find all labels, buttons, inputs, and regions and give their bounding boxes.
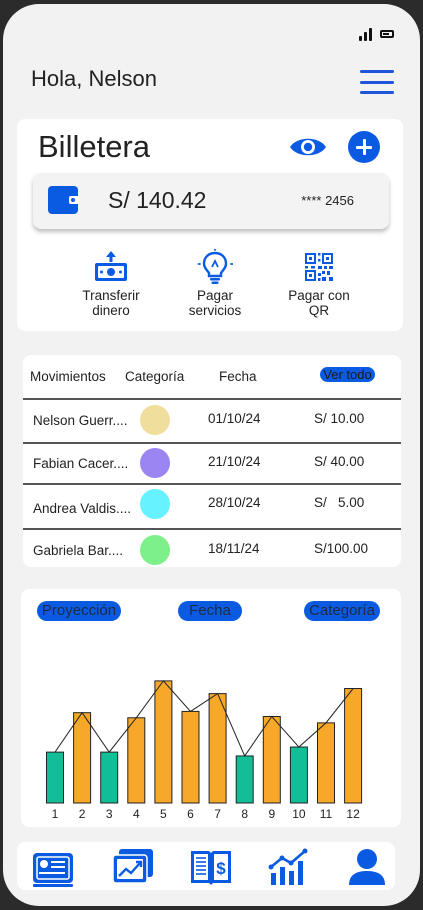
x-tick-label: 9	[268, 807, 275, 819]
chart-bar	[208, 693, 227, 804]
table-row[interactable]: Andrea Valdis.... 28/10/24 S/ 5.00	[23, 484, 401, 524]
status-bar	[359, 28, 394, 41]
chart-bar	[262, 716, 281, 804]
table-row[interactable]: Nelson Guerr.... 01/10/24 S/ 10.00	[23, 400, 401, 440]
movements-card: Movimientos Categoría Fecha Ver todo Nel…	[23, 355, 401, 567]
x-tick-label: 10	[292, 807, 306, 819]
x-tick-label: 12	[346, 807, 360, 819]
balance-amount: S/ 140.42	[108, 187, 207, 213]
transfer-money-icon	[95, 251, 127, 281]
x-tick-label: 8	[241, 807, 248, 819]
pay-qr-button[interactable]: Pagar con QR	[264, 249, 374, 318]
chart-bar	[181, 710, 200, 804]
chart-bar	[317, 722, 335, 804]
row-name: Andrea Valdis....	[33, 501, 132, 516]
view-all-button[interactable]: Ver todo	[320, 367, 375, 382]
category-dot	[140, 489, 170, 519]
dashboard-card-icon[interactable]	[31, 847, 75, 887]
chart-bar	[127, 717, 146, 804]
row-name: Nelson Guerr....	[33, 413, 128, 428]
transfer-money-button[interactable]: Transferir dinero	[56, 249, 166, 318]
chart-bar	[154, 680, 173, 804]
row-date: 28/10/24	[208, 495, 261, 510]
pay-services-label-line2: servicios	[188, 303, 242, 318]
pay-qr-label-line1: Pagar con	[288, 288, 350, 303]
chart-card: Proyección Fecha Categoría 1 2 3 4 5 6 7 8 9 10 11…	[21, 589, 401, 827]
lightbulb-icon	[197, 249, 233, 284]
transfer-label-line2: dinero	[92, 303, 130, 318]
x-tick-label: 6	[187, 807, 194, 819]
row-amount: S/100.00	[314, 541, 369, 556]
x-tick-label: 11	[320, 807, 333, 819]
row-amount: S/ 10.00	[314, 411, 365, 426]
phone-screen: Hola, Nelson Billetera S/ 140.42 **** 24…	[3, 4, 420, 906]
x-tick-label: 7	[214, 807, 221, 819]
x-tick-label: 1	[52, 807, 59, 819]
card-number: **** 2456	[301, 193, 354, 208]
row-date: 21/10/24	[208, 454, 261, 469]
table-row[interactable]: Gabriela Bar.... 18/11/24 S/100.00	[23, 530, 401, 570]
pay-qr-label-line2: QR	[308, 303, 330, 318]
projection-filter-button[interactable]: Proyección	[37, 601, 121, 621]
user-profile-icon[interactable]	[345, 847, 389, 887]
wallet-card: Billetera S/ 140.42 **** 2456 Transferir…	[17, 119, 403, 331]
header-fecha: Fecha	[219, 369, 257, 384]
trend-chart-icon[interactable]	[111, 847, 155, 887]
row-amount: S/ 40.00	[314, 454, 365, 469]
category-dot	[140, 448, 170, 478]
chart-bar	[46, 751, 64, 804]
bottom-navigation: $	[17, 842, 395, 890]
add-button[interactable]	[348, 131, 380, 163]
category-filter-button[interactable]: Categoría	[304, 601, 380, 621]
finance-book-icon[interactable]: $	[189, 847, 233, 887]
greeting: Hola, Nelson	[31, 66, 157, 91]
trend-line	[54, 680, 354, 757]
balance-box[interactable]: S/ 140.42 **** 2456	[33, 173, 389, 229]
transfer-label-line1: Transferir	[82, 288, 140, 303]
qr-code-icon	[305, 253, 333, 281]
x-tick-label: 5	[160, 807, 167, 819]
header-movimientos: Movimientos	[30, 369, 106, 384]
pay-services-button[interactable]: Pagar servicios	[160, 249, 270, 318]
chart-bar	[100, 751, 119, 804]
chart-bar	[289, 746, 308, 804]
row-name: Fabian Cacer....	[33, 456, 129, 471]
row-date: 01/10/24	[208, 411, 261, 426]
x-tick-label: 3	[106, 807, 113, 819]
header-categoria: Categoría	[125, 369, 185, 384]
pay-services-label-line1: Pagar	[196, 288, 234, 303]
bar-line-chart-icon[interactable]	[267, 847, 311, 887]
bar-chart: 1 2 3 4 5 6 7 8 9 10 11 12	[46, 680, 363, 819]
row-name: Gabriela Bar....	[33, 543, 124, 558]
row-amount: S/ 5.00	[314, 495, 365, 510]
category-dot	[140, 535, 170, 565]
x-tick-label: 2	[79, 807, 86, 819]
chart-bar	[73, 712, 92, 804]
battery-icon	[380, 30, 394, 38]
chart-bar	[344, 688, 363, 804]
date-filter-button[interactable]: Fecha	[178, 601, 242, 621]
eye-icon[interactable]	[289, 133, 327, 161]
category-dot	[140, 405, 170, 435]
x-tick-label: 4	[133, 807, 140, 819]
signal-icon	[359, 28, 372, 41]
chart-bar	[235, 755, 254, 804]
svg-text:$: $	[216, 859, 226, 878]
row-date: 18/11/24	[208, 541, 260, 556]
hamburger-menu-icon[interactable]	[360, 70, 394, 94]
wallet-icon	[48, 186, 79, 214]
table-row[interactable]: Fabian Cacer.... 21/10/24 S/ 40.00	[23, 443, 401, 483]
wallet-title: Billetera	[38, 129, 150, 164]
